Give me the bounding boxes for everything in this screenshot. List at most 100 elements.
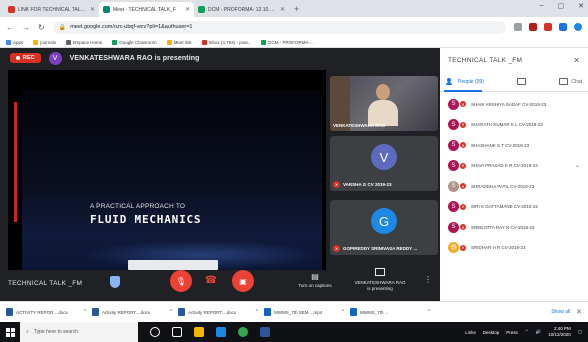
tile-name: ✕ GOPIREDDY SRINIVASA REDDY ...: [333, 245, 418, 252]
maximize-button[interactable]: ▢: [558, 2, 565, 10]
list-item[interactable]: S ✕ SHARATH KUMAR K L CV-2019-23: [440, 115, 588, 136]
cortana-icon[interactable]: [150, 327, 160, 337]
chrome-icon[interactable]: [238, 327, 248, 337]
url-input[interactable]: 🔒 meet.google.com/ozc-ubqf-wcv?pli=1&aut…: [52, 20, 506, 34]
captions-button[interactable]: ▤ Turn on captions: [290, 272, 340, 288]
profile-avatar[interactable]: [574, 23, 582, 31]
extension-icon[interactable]: [544, 23, 552, 31]
list-item[interactable]: S ✕ SHASHANK S T CV-2019-23: [440, 135, 588, 156]
close-tab-icon[interactable]: ✕: [280, 6, 285, 13]
participant-tile-varsha[interactable]: V ✕ VARSHA G CV 2019-23: [330, 136, 438, 191]
close-downloads-icon[interactable]: ✕: [576, 308, 582, 316]
start-button[interactable]: [0, 322, 20, 342]
tray-press[interactable]: Press: [506, 330, 518, 335]
chevron-up-icon[interactable]: ^: [428, 309, 430, 315]
avatar: S: [448, 139, 459, 151]
list-item[interactable]: S ✕ SIRI K GATTAMANE CV-2018-22: [440, 197, 588, 218]
browser-tab-proforma[interactable]: DCM - PROFORMA- 12.10.2020 ✕: [194, 2, 289, 17]
mic-off-icon: 🎙: [175, 276, 187, 286]
end-call-button[interactable]: ☎: [204, 273, 218, 287]
extension-icon[interactable]: [559, 23, 567, 31]
presenter-status: VENKATESHWARA RAO is presenting: [69, 54, 200, 62]
file-explorer-icon[interactable]: [194, 327, 204, 337]
tray-desktop[interactable]: Desktop: [483, 330, 500, 335]
taskbar-pinned-apps: [138, 327, 270, 337]
tab-activities[interactable]: [517, 78, 527, 85]
browser-tab-strip: LINK FOR TECHNICAL TALK_TSE ✕ Meet - TEC…: [0, 0, 588, 17]
forward-icon[interactable]: →: [22, 23, 30, 32]
new-tab-button[interactable]: +: [289, 2, 304, 17]
tile-name: VENKATESHWARA RAO: [333, 123, 386, 128]
list-item[interactable]: S ✕ SHRADDHA PATIL CV-2019-23: [440, 176, 588, 197]
reload-icon[interactable]: ↻: [38, 23, 45, 32]
notifications-icon[interactable]: ▢: [578, 329, 582, 335]
list-item[interactable]: S ✕ SREEJITTA RAY N CV-2019-23: [440, 217, 588, 238]
bookmark-star-icon[interactable]: [514, 23, 522, 31]
network-icon[interactable]: ⌃: [525, 329, 529, 335]
classroom-icon: [112, 39, 118, 45]
taskbar-search-input[interactable]: ⌕ Type here to search: [20, 322, 138, 342]
download-item[interactable]: MWMS_7th SEM ...mp4 ^: [264, 308, 344, 316]
participant-name: SRIDHAR H R CV-2019-23: [471, 245, 526, 251]
bookmark-meet-link[interactable]: Meet link: [166, 39, 192, 45]
tab-label: DCM - PROFORMA- 12.10.2020: [208, 6, 277, 13]
extensions: [514, 23, 582, 31]
tab-chat[interactable]: Chat: [559, 78, 582, 85]
download-item[interactable]: MWMS_7th ... ^: [350, 308, 430, 316]
avatar: S: [448, 119, 459, 131]
close-tab-icon[interactable]: ✕: [90, 6, 95, 13]
list-item[interactable]: S ✕ SHIVA PRASAD K R CV-2019-23 ⌄: [440, 156, 588, 177]
browser-tab-meet[interactable]: Meet - TECHNICAL TALK_F ✕: [99, 2, 194, 17]
close-window-button[interactable]: ✕: [578, 2, 584, 10]
meeting-name[interactable]: TECHNICAL TALK _FM: [8, 280, 82, 287]
shield-icon[interactable]: [110, 276, 120, 288]
windows-taskbar: ⌕ Type here to search Links Desktop Pres…: [0, 322, 588, 342]
extension-icon[interactable]: [529, 23, 537, 31]
screen: LINK FOR TECHNICAL TALK_TSE ✕ Meet - TEC…: [0, 0, 588, 342]
video-file-icon: [350, 308, 357, 316]
participant-list: S ✕ SHAIK ARSHIYA SADAF CV-2019-23 S ✕ S…: [440, 92, 588, 258]
browser-tab-link[interactable]: LINK FOR TECHNICAL TALK_TSE ✕: [4, 2, 99, 17]
download-item[interactable]: ACTIVITY REPOR....docx ^: [6, 308, 86, 316]
volume-icon[interactable]: 🔊: [536, 329, 542, 335]
chevron-up-icon[interactable]: ^: [256, 309, 258, 315]
bookmark-proforma[interactable]: DCM - PROFORMA-...: [261, 39, 314, 45]
meet-icon: [103, 6, 110, 13]
bookmark-classroom[interactable]: Google Classroom: [112, 39, 157, 45]
bookmark-inbox[interactable]: Inbox (4,753) - prav...: [201, 39, 251, 45]
list-item[interactable]: S ✕ SHAIK ARSHIYA SADAF CV-2019-23: [440, 94, 588, 115]
chevron-up-icon[interactable]: ^: [342, 309, 344, 315]
download-item[interactable]: Activity REPORT....docx ^: [92, 308, 172, 316]
chevron-down-icon[interactable]: ⌄: [575, 162, 580, 169]
list-item[interactable]: 😎 ✕ SRIDHAR H R CV-2019-23: [440, 238, 588, 259]
participant-avatar: G: [371, 208, 397, 234]
participant-tile-presenter[interactable]: VENKATESHWARA RAO: [330, 76, 438, 131]
tile-name: ✕ VARSHA G CV 2019-23: [333, 181, 392, 188]
chevron-up-icon[interactable]: ^: [84, 309, 86, 315]
bookmark-journals[interactable]: journals: [33, 39, 56, 45]
presenting-button[interactable]: VENKATESHWARA RAO is presenting: [350, 268, 410, 292]
minimize-button[interactable]: –: [540, 2, 544, 10]
participant-tile-gopireddy[interactable]: G ✕ GOPIREDDY SRINIVASA REDDY ...: [330, 200, 438, 255]
back-icon[interactable]: ←: [6, 23, 14, 32]
word-icon[interactable]: [260, 327, 270, 337]
store-icon[interactable]: [216, 327, 226, 337]
close-panel-icon[interactable]: ✕: [573, 56, 580, 65]
bookmark-dspace[interactable]: DSpace Home: [66, 39, 102, 45]
clock[interactable]: 2:40 PM 10/12/2020: [548, 326, 571, 338]
download-item[interactable]: Activity REPORT....docx ^: [178, 308, 258, 316]
task-view-icon[interactable]: [172, 327, 182, 337]
show-all-downloads-link[interactable]: Show all: [551, 309, 570, 315]
tab-people[interactable]: People (39): [446, 78, 484, 85]
panel-header: TECHNICAL TALK _FM ✕: [440, 48, 588, 72]
url-text: meet.google.com/ozc-ubqf-wcv?pli=1&authu…: [70, 24, 193, 30]
avatar: 😎: [448, 242, 459, 254]
record-dot-icon: [16, 56, 20, 60]
mic-toggle-button[interactable]: 🎙: [170, 270, 192, 292]
close-tab-icon[interactable]: ✕: [185, 6, 190, 13]
chevron-up-icon[interactable]: ^: [170, 309, 172, 315]
tray-links[interactable]: Links: [465, 330, 476, 335]
bookmark-apps[interactable]: Apps: [6, 39, 23, 45]
camera-toggle-button[interactable]: ▣: [232, 270, 254, 292]
more-options-button[interactable]: ⋮: [424, 275, 432, 284]
